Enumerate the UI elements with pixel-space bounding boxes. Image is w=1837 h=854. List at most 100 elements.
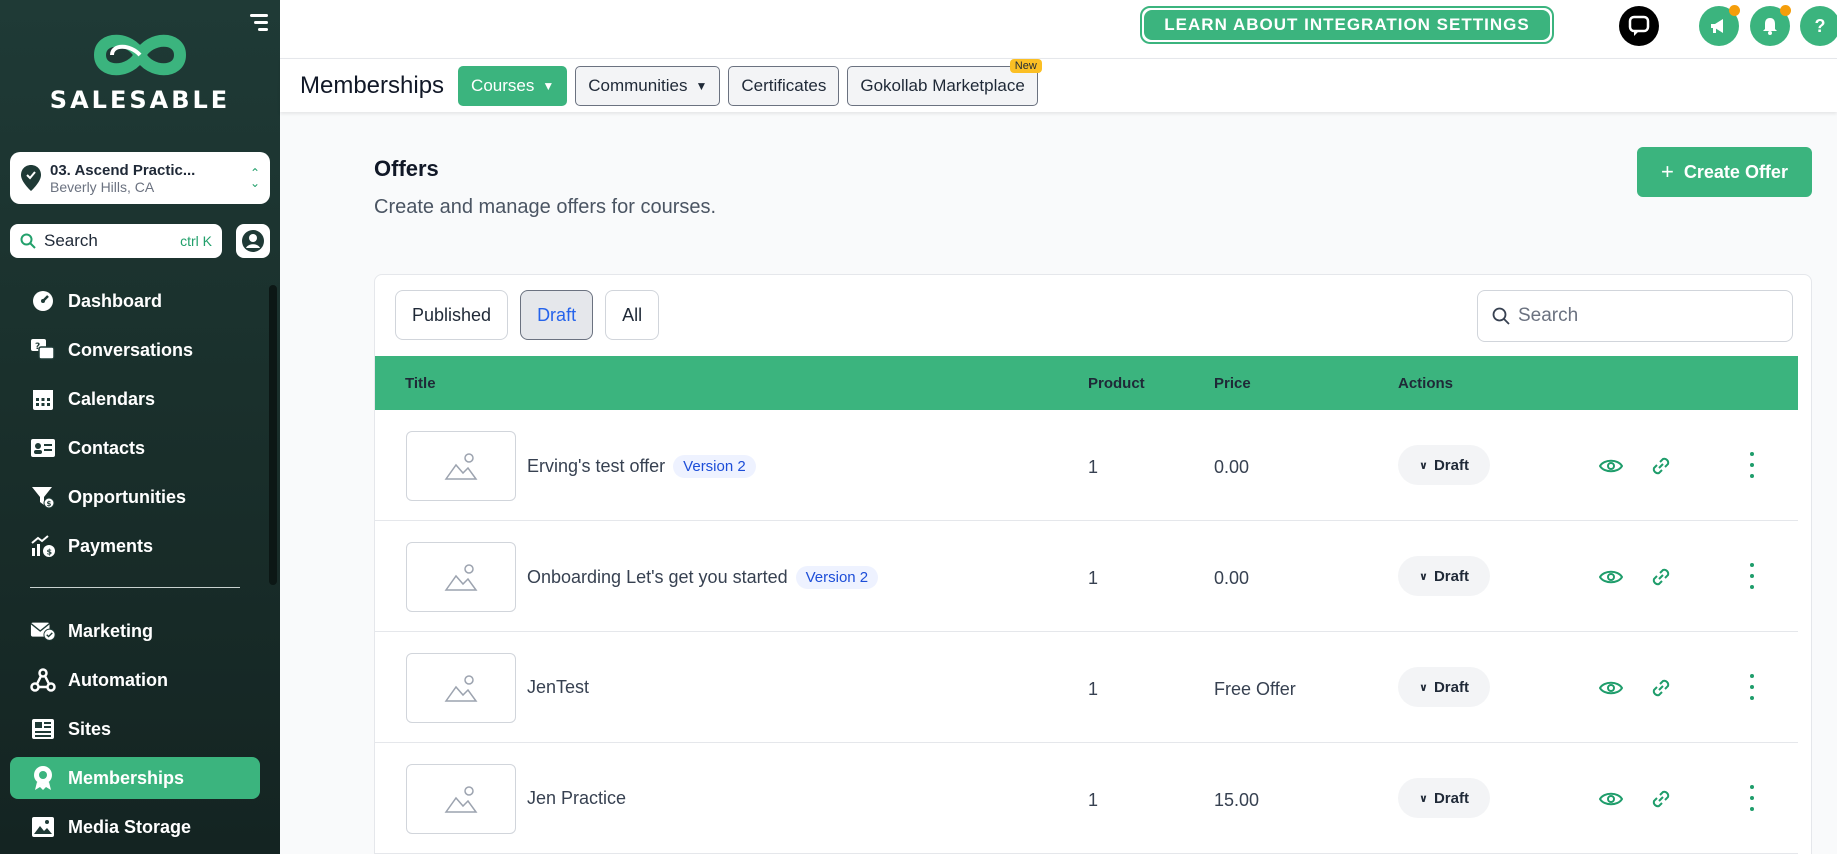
sidebar-divider [30,587,240,588]
offer-product: 1 [1088,679,1099,699]
sidebar-item-label: Conversations [68,339,194,360]
status-dropdown[interactable]: ∨ Draft [1398,778,1490,818]
copy-link-button[interactable] [1648,564,1674,590]
tab-label: Communities [588,75,688,95]
notifications-button[interactable] [1750,5,1791,46]
sidebar-item-dashboard[interactable]: Dashboard [10,280,260,322]
sidebar-item-label: Memberships [68,767,185,788]
offer-thumbnail [406,764,516,834]
tab-label: Courses [471,75,535,95]
status-filter-tabs: Published Draft All [395,290,671,340]
sidebar-item-payments[interactable]: $ Payments [10,525,260,567]
sidebar-search[interactable]: Search ctrl K [10,224,222,258]
sidebar-item-memberships[interactable]: Memberships [10,757,260,799]
sidebar-item-automation[interactable]: Automation [10,659,260,701]
status-dropdown[interactable]: ∨ Draft [1398,667,1490,707]
eye-icon [1599,792,1623,806]
sidebar-item-label: Sites [68,718,112,739]
offer-title[interactable]: Erving's test offer [527,456,665,477]
logo-icon [93,34,187,76]
sidebar-scrollbar[interactable] [269,285,277,585]
chevron-down-icon: ▼ [542,78,555,93]
sidebar: SALESABLE 03. Ascend Practic... Beverly … [0,0,280,854]
status-dropdown[interactable]: ∨ Draft [1398,445,1490,485]
filter-tab-draft[interactable]: Draft [520,290,594,340]
chat-support-button[interactable] [1619,6,1659,46]
copy-link-button[interactable] [1648,786,1674,812]
create-offer-button[interactable]: + Create Offer [1637,147,1812,197]
link-icon [1652,790,1670,808]
offer-price: 0.00 [1214,457,1250,477]
table-row[interactable]: Jen Practice 1 15.00 ∨ Draft [375,743,1798,854]
more-options-icon[interactable] [1747,785,1757,811]
contacts-icon [30,435,56,461]
chat-bubble-icon [1628,15,1650,36]
preview-button[interactable] [1598,675,1624,701]
filter-tab-all[interactable]: All [605,290,660,340]
copy-link-button[interactable] [1648,675,1674,701]
help-button[interactable]: ? [1800,6,1837,46]
table-row[interactable]: Erving's test offer Version 2 1 0.00 ∨ Dr… [375,410,1798,521]
image-icon [30,814,56,840]
brand-name: SALESABLE [49,86,231,114]
new-badge: New [1009,58,1042,73]
learn-integration-settings-button[interactable]: LEARN ABOUT INTEGRATION SETTINGS [1140,6,1554,44]
offer-product: 1 [1088,457,1099,477]
sidebar-item-contacts[interactable]: Contacts [10,427,260,469]
sidebar-item-label: Calendars [68,388,156,409]
sidebar-item-sites[interactable]: Sites [10,708,260,750]
plus-icon: + [1661,159,1674,184]
svg-text:$: $ [47,548,53,557]
sidebar-item-media-storage[interactable]: Media Storage [10,806,260,848]
sidebar-item-label: Payments [68,535,154,556]
status-label: Draft [1433,567,1469,585]
search-icon [20,233,36,249]
location-switcher[interactable]: 03. Ascend Practic... Beverly Hills, CA … [10,152,270,204]
top-bar: LEARN ABOUT INTEGRATION SETTINGS ? [280,0,1837,58]
sidebar-item-label: Contacts [68,437,146,458]
user-icon [242,230,264,252]
offer-title[interactable]: Jen Practice [527,788,626,809]
tab-certificates[interactable]: Certificates [728,65,840,106]
image-placeholder-icon [444,453,478,480]
preview-button[interactable] [1598,564,1624,590]
table-header: Title Product Price Actions [375,356,1798,410]
offer-title[interactable]: JenTest [527,677,589,698]
more-options-icon[interactable] [1747,452,1757,478]
tab-communities[interactable]: Communities ▼ [575,65,721,106]
filter-tab-published[interactable]: Published [395,290,509,340]
offer-thumbnail [406,431,516,501]
chevron-down-icon: ∨ [1419,459,1428,472]
offer-title[interactable]: Onboarding Let's get you started [527,567,788,588]
offer-price: 0.00 [1214,568,1250,588]
more-options-icon[interactable] [1747,674,1757,700]
svg-text:$: $ [47,500,52,508]
collapse-menu-icon[interactable] [248,14,268,34]
user-profile-button[interactable] [236,224,270,258]
more-options-icon[interactable] [1747,563,1757,589]
column-title: Title [405,374,436,392]
sidebar-item-calendars[interactable]: Calendars [10,378,260,420]
status-dropdown[interactable]: ∨ Draft [1398,556,1490,596]
column-actions: Actions [1398,374,1454,392]
module-title: Memberships [300,71,445,99]
table-row[interactable]: JenTest 1 Free Offer ∨ Draft [375,632,1798,743]
preview-button[interactable] [1598,453,1624,479]
sidebar-item-label: Marketing [68,620,154,641]
sidebar-item-label: Opportunities [68,486,186,507]
preview-button[interactable] [1598,786,1624,812]
offer-title-cell: JenTest [527,677,589,698]
copy-link-button[interactable] [1648,453,1674,479]
chat-icon: ? [30,337,56,363]
sidebar-item-conversations[interactable]: ? Conversations [10,329,260,371]
announcements-button[interactable] [1699,5,1740,46]
svg-text:?: ? [35,342,40,352]
offers-search-input[interactable]: Search [1477,290,1793,342]
sidebar-item-opportunities[interactable]: $ Opportunities [10,476,260,518]
table-row[interactable]: Onboarding Let's get you started Version… [375,521,1798,632]
offer-price: 15.00 [1214,790,1260,810]
tab-courses[interactable]: Courses ▼ [458,65,568,106]
sidebar-item-marketing[interactable]: Marketing [10,610,260,652]
tab-gokollab-marketplace[interactable]: Gokollab Marketplace New [847,58,1042,106]
eye-icon [1599,570,1623,584]
